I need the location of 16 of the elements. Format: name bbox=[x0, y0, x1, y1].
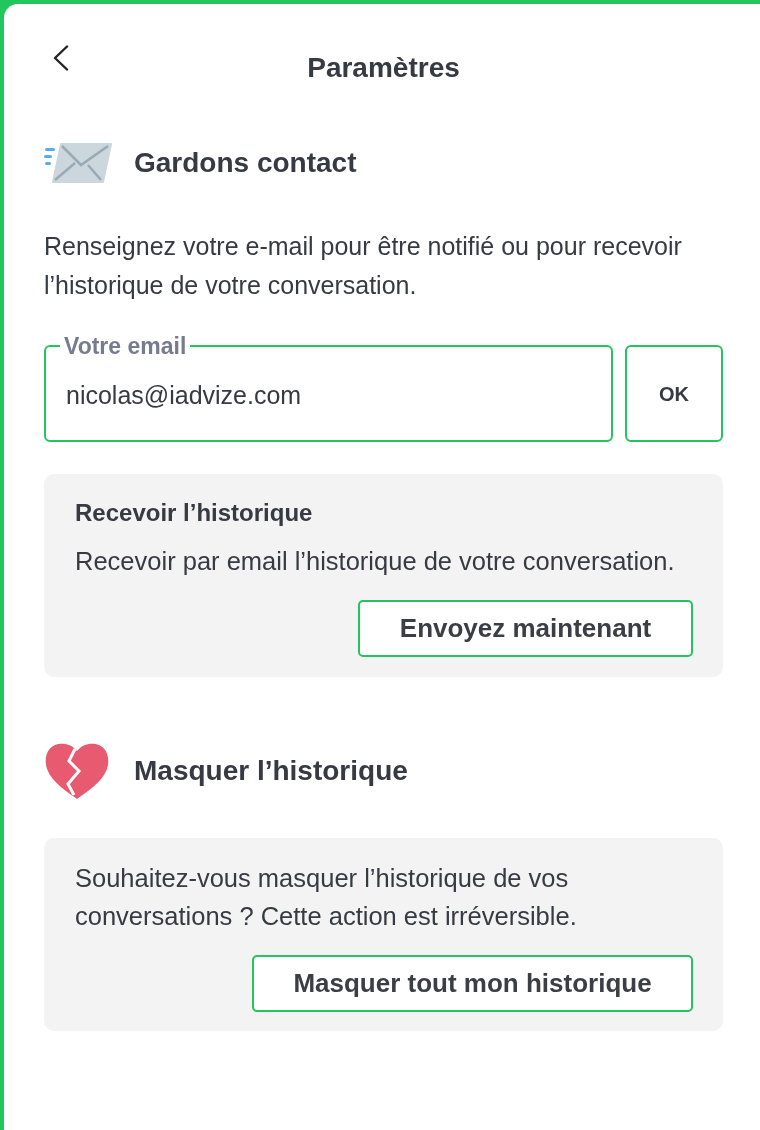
card-title: Recevoir l’historique bbox=[75, 499, 314, 527]
email-input[interactable]: nicolas@iadvize.com bbox=[60, 370, 595, 420]
hide-all-history-button[interactable]: Masquer tout mon historique bbox=[252, 955, 693, 1012]
page-title: Paramètres bbox=[307, 52, 460, 84]
broken-heart-icon bbox=[44, 742, 110, 800]
back-chevron-icon bbox=[53, 45, 69, 71]
card-text: Recevoir par email l’historique de votre conversation. bbox=[75, 546, 676, 576]
section-heading: Masquer l’historique bbox=[134, 754, 408, 788]
email-field[interactable]: Votre email nicolas@iadvize.com bbox=[44, 335, 613, 442]
ok-button[interactable]: OK bbox=[625, 345, 723, 442]
section-heading: Gardons contact bbox=[134, 146, 357, 180]
back-button[interactable] bbox=[52, 44, 70, 72]
send-now-button[interactable]: Envoyez maintenant bbox=[358, 600, 693, 657]
section-description: Renseignez votre e-mail pour être notifié ou pour recevoir l’historique de votre conversation. bbox=[44, 231, 683, 301]
card-text: Souhaitez-vous masquer l’historique de vos conversations ? Cette action est irréversible. bbox=[75, 863, 578, 932]
envelope-icon bbox=[44, 143, 112, 183]
